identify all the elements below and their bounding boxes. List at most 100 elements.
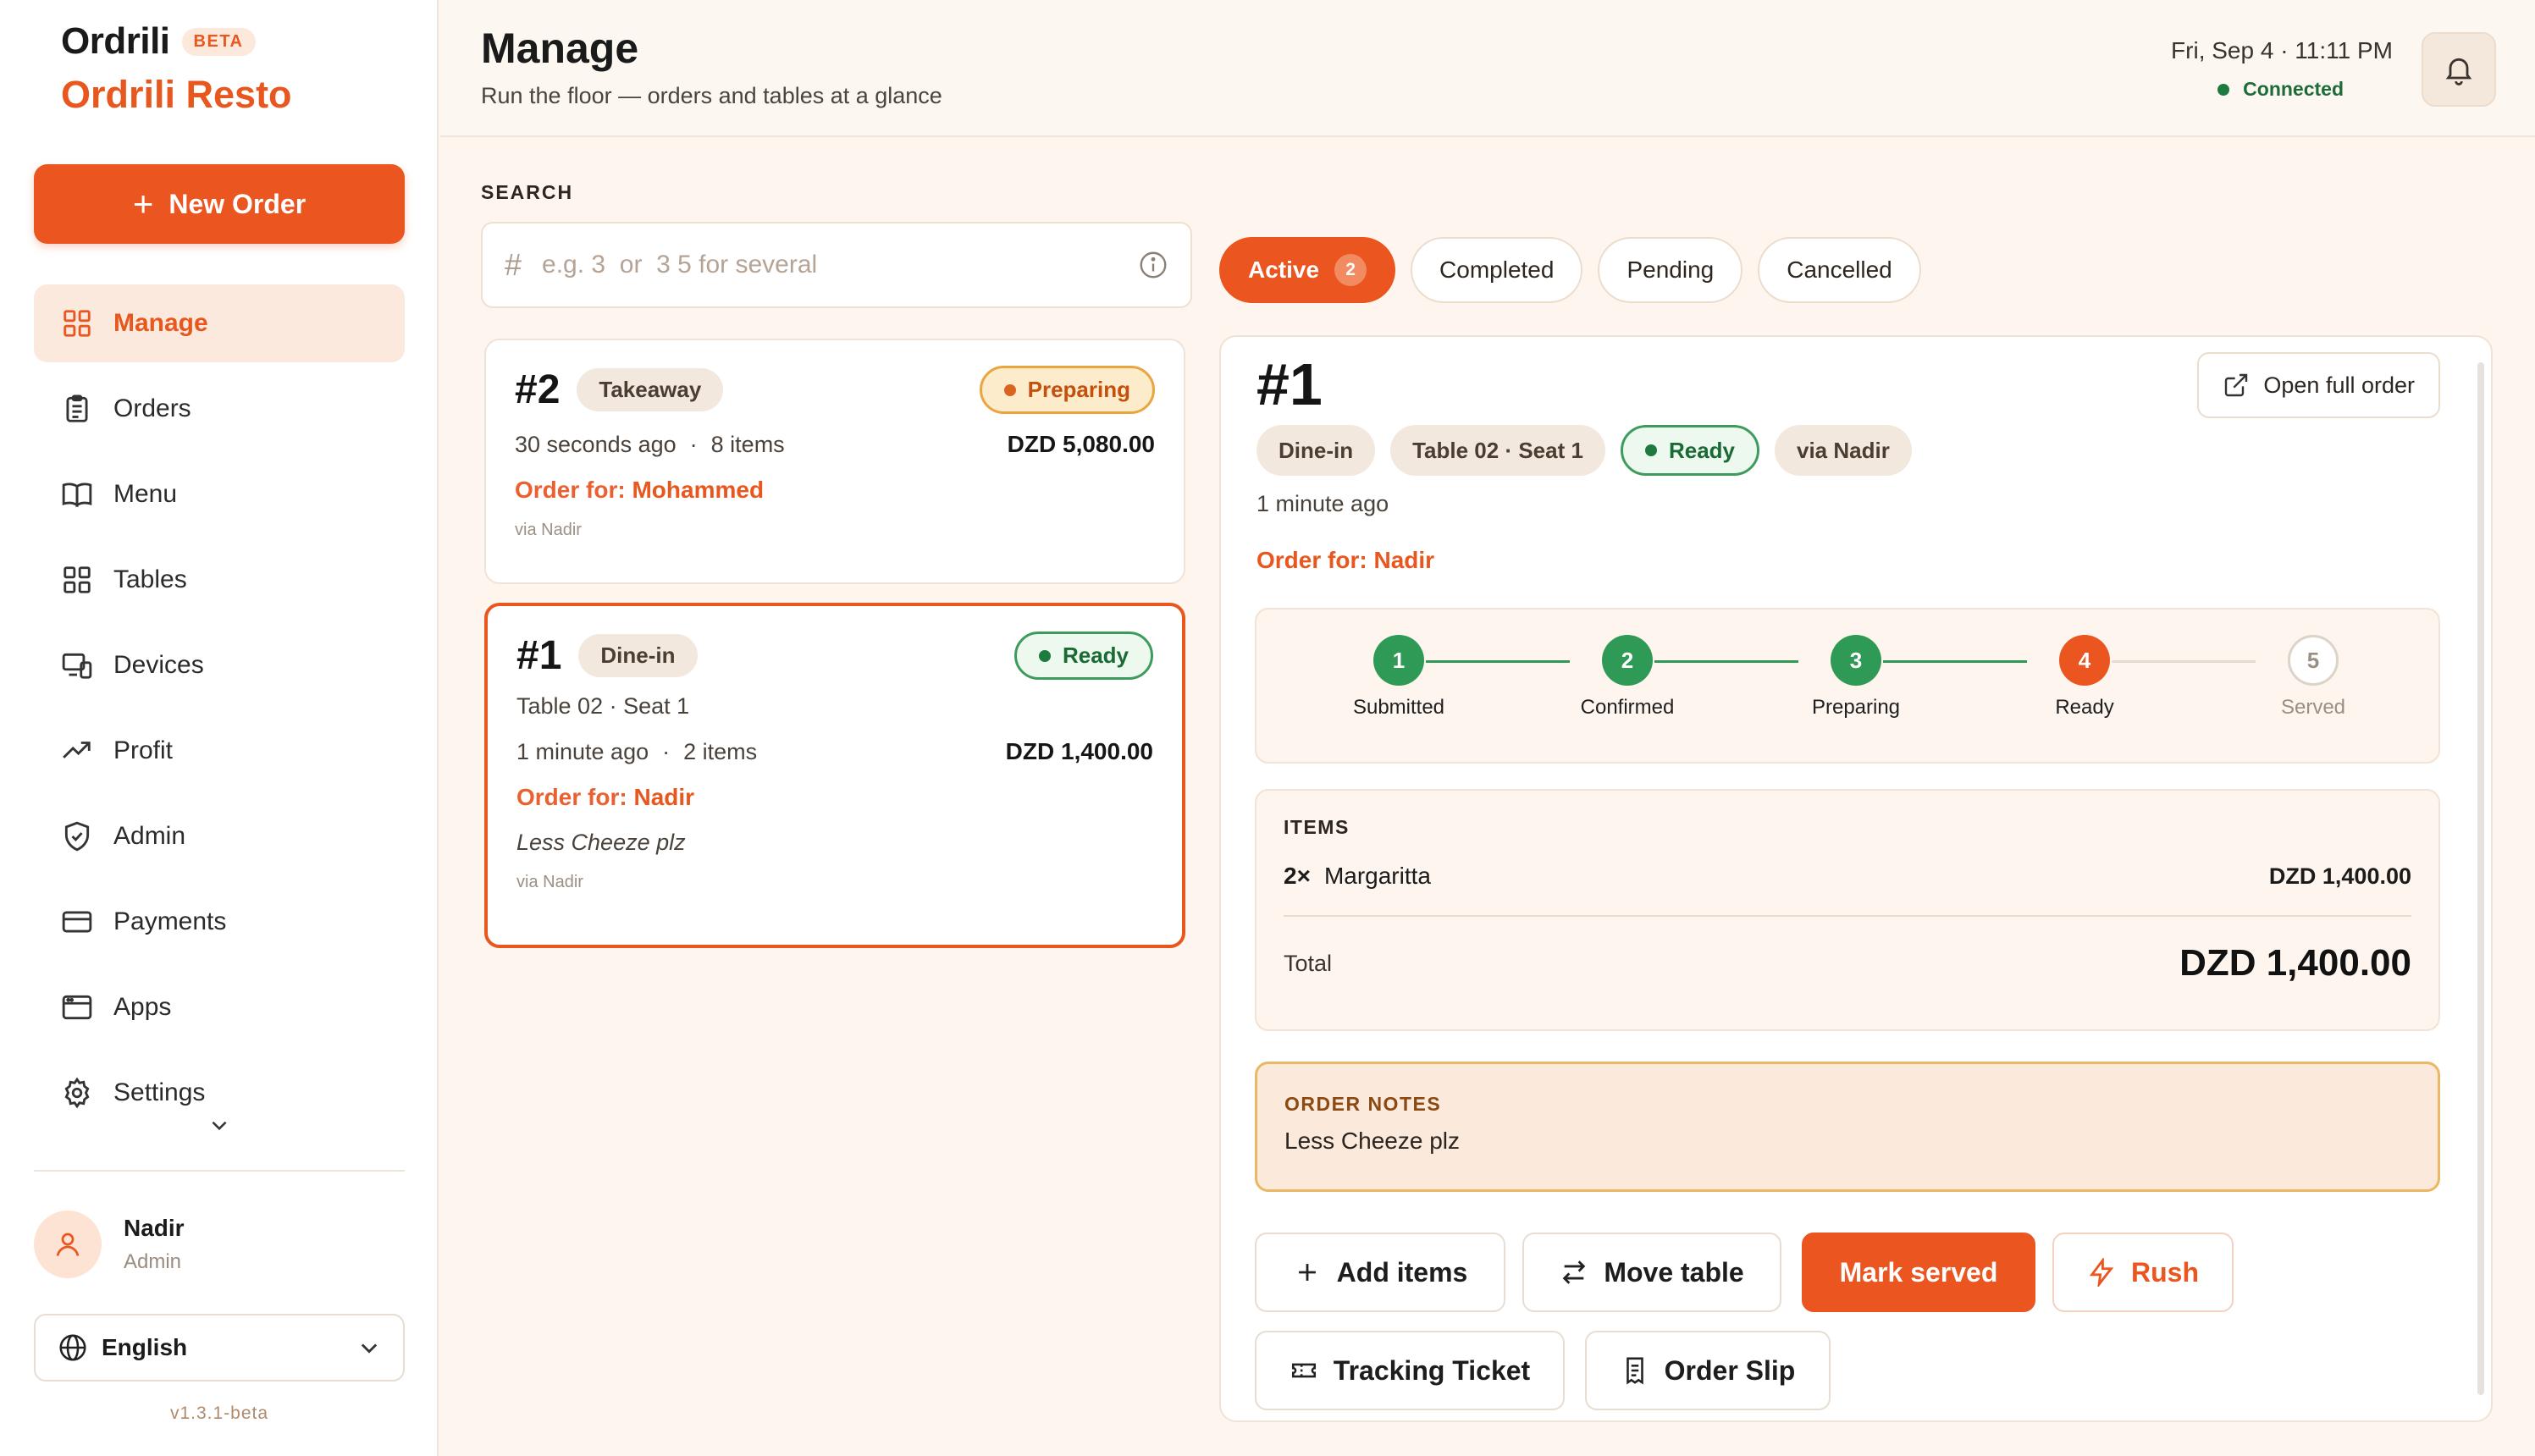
customer-name: Nadir <box>633 784 695 810</box>
order-for: Order for: Nadir <box>516 784 1153 811</box>
status-dot-icon <box>1003 383 1016 396</box>
swap-icon <box>1562 1260 1586 1284</box>
status-dot-icon <box>1038 649 1051 662</box>
total-value: DZD 1,400.00 <box>2179 942 2411 984</box>
tab-pending[interactable]: Pending <box>1598 237 1743 303</box>
connection-status: Connected <box>2217 78 2344 101</box>
sidebar-item-label: Payments <box>113 907 227 935</box>
order-for: Order for: Mohammed <box>515 477 1155 504</box>
external-link-icon <box>2225 373 2248 397</box>
tab-label: Cancelled <box>1787 256 1892 283</box>
list-item: 2× Margaritta DZD 1,400.00 <box>1284 863 2411 890</box>
order-type-tag: Takeaway <box>577 368 724 411</box>
globe-icon <box>59 1334 86 1361</box>
tracking-ticket-label: Tracking Ticket <box>1333 1354 1531 1386</box>
order-time: 1 minute ago <box>516 738 649 764</box>
receipt-icon <box>1626 1357 1643 1385</box>
user-icon <box>56 1233 80 1256</box>
detail-time: 1 minute ago <box>1256 491 1389 516</box>
notifications-button[interactable] <box>2422 32 2496 107</box>
chevron-down-icon <box>361 1343 378 1354</box>
order-card-selected[interactable]: #1 Dine-in Ready Table 02 · Seat 1 1 min… <box>484 603 1185 948</box>
devices-icon <box>62 653 92 679</box>
item-price: DZD 1,400.00 <box>2268 863 2411 889</box>
plus-icon: + <box>132 184 154 223</box>
status-badge: Ready <box>1013 631 1153 680</box>
order-type-tag: Dine-in <box>578 634 698 677</box>
user-name: Nadir <box>124 1215 185 1241</box>
order-slip-label: Order Slip <box>1664 1354 1796 1386</box>
current-datetime: Fri, Sep 4 · 11:11 PM <box>2171 37 2393 63</box>
sidebar-item-tables[interactable]: Tables <box>34 541 405 619</box>
step-circle: 1 <box>1373 635 1424 686</box>
sidebar-item-admin[interactable]: Admin <box>34 797 405 875</box>
search-field[interactable]: # <box>481 222 1192 308</box>
order-for-label: Order for: <box>515 477 626 503</box>
search-input[interactable] <box>542 251 1138 279</box>
order-item-count: 8 items <box>710 431 785 457</box>
info-icon[interactable] <box>1138 250 1168 280</box>
open-full-order-button[interactable]: Open full order <box>2197 352 2440 418</box>
new-order-button[interactable]: + New Order <box>34 164 405 244</box>
tab-completed[interactable]: Completed <box>1411 237 1583 303</box>
order-notes-text: Less Cheeze plz <box>1284 1128 1461 1154</box>
mark-served-label: Mark served <box>1839 1256 1998 1288</box>
tab-label: Completed <box>1439 256 1555 283</box>
step-circle: 3 <box>1831 635 1881 686</box>
tab-cancelled[interactable]: Cancelled <box>1758 237 1921 303</box>
user-role: Admin <box>124 1250 182 1273</box>
sidebar-item-label: Tables <box>113 565 187 593</box>
app-version: v1.3.1-beta <box>169 1404 269 1423</box>
tracking-ticket-button[interactable]: Tracking Ticket <box>1255 1331 1565 1410</box>
hash-icon: # <box>505 247 522 282</box>
card-icon <box>62 911 92 933</box>
search-label: SEARCH <box>481 181 574 203</box>
step-confirmed: 2 Confirmed <box>1543 635 1712 720</box>
order-card[interactable]: #2 Takeaway Preparing 30 seconds ago · 8… <box>484 339 1185 584</box>
detail-order-number: #1 <box>1256 351 1323 417</box>
tab-active[interactable]: Active 2 <box>1219 237 1396 303</box>
order-time: 30 seconds ago <box>515 431 677 457</box>
order-via: via Nadir <box>515 521 582 539</box>
items-box: ITEMS 2× Margaritta DZD 1,400.00 Total D… <box>1255 789 2440 1031</box>
order-number: #2 <box>515 367 561 412</box>
move-table-button[interactable]: Move table <box>1522 1233 1781 1312</box>
sidebar-item-label: Admin <box>113 822 186 850</box>
order-for-label: Order for: <box>516 784 627 810</box>
beta-badge: BETA <box>181 27 256 56</box>
sidebar-item-apps[interactable]: Apps <box>34 968 405 1046</box>
sidebar-item-manage[interactable]: Manage <box>34 284 405 362</box>
open-full-order-label: Open full order <box>2263 372 2415 398</box>
language-select[interactable]: English <box>34 1314 405 1382</box>
chevron-down-icon[interactable] <box>208 1114 230 1136</box>
sidebar-item-orders[interactable]: Orders <box>34 370 405 448</box>
sidebar-divider <box>34 1170 405 1172</box>
sidebar-item-payments[interactable]: Payments <box>34 883 405 961</box>
order-item-count: 2 items <box>683 738 758 764</box>
rush-button[interactable]: Rush <box>2052 1233 2234 1312</box>
status-badge: Preparing <box>979 366 1155 414</box>
step-served: 5 Served <box>2228 635 2398 720</box>
step-label: Confirmed <box>1580 696 1675 719</box>
sidebar: Ordrili BETA Ordrili Resto + New Order M… <box>0 0 439 1456</box>
step-circle: 2 <box>1602 635 1653 686</box>
user-profile[interactable]: Nadir Admin <box>34 1211 185 1278</box>
sidebar-item-menu[interactable]: Menu <box>34 455 405 533</box>
sidebar-item-label: Menu <box>113 480 178 508</box>
step-preparing: 3 Preparing <box>1771 635 1941 720</box>
order-slip-button[interactable]: Order Slip <box>1585 1331 1831 1410</box>
status-tabs: Active 2 Completed Pending Cancelled <box>1219 237 1921 303</box>
add-items-label: Add items <box>1336 1256 1468 1288</box>
scrollbar[interactable] <box>2477 362 2484 1395</box>
mark-served-button[interactable]: Mark served <box>1802 1233 2035 1312</box>
sidebar-item-profit[interactable]: Profit <box>34 712 405 790</box>
order-note: Less Cheeze plz <box>516 830 686 855</box>
status-label: Preparing <box>1027 377 1130 402</box>
lightning-icon <box>2089 1258 2114 1287</box>
step-circle: 5 <box>2288 635 2339 686</box>
table-tag: Table 02 · Seat 1 <box>1390 425 1605 476</box>
status-label: Ready <box>1062 643 1129 668</box>
add-items-button[interactable]: Add items <box>1255 1233 1505 1312</box>
page-header: Manage Run the floor — orders and tables… <box>440 0 2535 137</box>
sidebar-item-devices[interactable]: Devices <box>34 626 405 704</box>
